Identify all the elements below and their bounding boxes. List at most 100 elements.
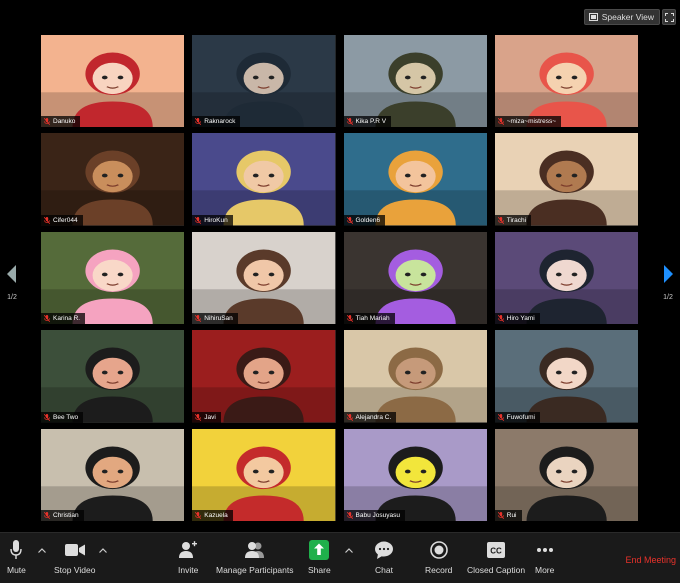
fullscreen-button[interactable] xyxy=(662,9,676,25)
microphone-muted-icon xyxy=(195,216,202,224)
participant-video-tile[interactable]: Karina R. xyxy=(41,231,185,325)
participant-video-tile[interactable]: Javi xyxy=(192,330,336,423)
avatar xyxy=(494,35,638,128)
invite-button[interactable]: Invite xyxy=(178,539,198,575)
chevron-up-icon xyxy=(345,548,353,553)
stop-video-button[interactable]: Stop Video xyxy=(54,539,95,575)
meeting-toolbar: Mute Stop Video Invite Manage Participan… xyxy=(0,532,680,583)
avatar xyxy=(192,428,336,521)
chevron-up-icon xyxy=(38,548,46,553)
page-indicator-left: 1/2 xyxy=(7,294,17,301)
participant-name: Christian xyxy=(53,512,79,519)
participant-video-tile[interactable]: Tirachi xyxy=(494,133,638,226)
participant-video-tile[interactable]: Danuko xyxy=(41,35,185,128)
video-options-caret[interactable] xyxy=(99,545,107,555)
microphone-muted-icon xyxy=(346,118,353,126)
participant-name: NihiruSan xyxy=(204,315,233,323)
participant-name-tag: Kazuela xyxy=(192,510,233,521)
previous-page-nav[interactable]: 1/2 xyxy=(2,265,22,301)
end-meeting-button[interactable]: End Meeting xyxy=(625,555,676,565)
more-button[interactable]: More xyxy=(535,539,554,575)
microphone-muted-icon xyxy=(497,315,504,323)
participant-name-tag: ~miza~mistress~ xyxy=(494,116,562,128)
stop-video-label: Stop Video xyxy=(54,565,96,575)
participant-name: Fuwofumi xyxy=(506,413,535,421)
participant-name-tag: HiroKun xyxy=(192,214,233,226)
participant-name: Karina R. xyxy=(53,315,81,323)
share-options-caret[interactable] xyxy=(345,545,353,555)
page-indicator-right: 1/2 xyxy=(663,294,673,301)
participant-video-tile[interactable]: Bee Two xyxy=(41,330,185,423)
participant-name-tag: Bee Two xyxy=(41,411,84,423)
avatar xyxy=(343,133,487,226)
share-screen-icon xyxy=(309,540,330,560)
participant-name: Hiro Yami xyxy=(506,315,535,323)
microphone-muted-icon xyxy=(497,512,504,519)
participant-name-tag: Hiro Yami xyxy=(494,313,540,325)
microphone-muted-icon xyxy=(497,216,504,224)
microphone-muted-icon xyxy=(497,118,504,126)
participant-name-tag: Fuwofumi xyxy=(494,411,540,423)
share-screen-button[interactable]: Share xyxy=(308,539,331,575)
participant-video-tile[interactable]: NihiruSan xyxy=(192,231,336,325)
avatar xyxy=(343,231,487,325)
avatar xyxy=(343,35,487,128)
participant-name-tag: Rui xyxy=(494,510,522,521)
participant-name: ~miza~mistress~ xyxy=(506,118,557,126)
participant-name-tag: Golden6 xyxy=(343,214,386,226)
participants-icon xyxy=(244,542,264,558)
participant-video-tile[interactable]: Christian xyxy=(41,428,185,521)
microphone-icon xyxy=(10,540,23,559)
participant-name-tag: Javi xyxy=(192,411,221,423)
participant-video-tile[interactable]: Rui xyxy=(494,428,638,521)
manage-participants-button[interactable]: Manage Participants xyxy=(216,539,294,575)
participant-video-tile[interactable]: Fuwofumi xyxy=(494,330,638,423)
participant-video-tile[interactable]: Kazuela xyxy=(192,428,336,521)
fullscreen-icon xyxy=(665,13,674,22)
next-page-nav[interactable]: 1/2 xyxy=(658,265,678,301)
participant-video-tile[interactable]: Cifer044 xyxy=(41,133,185,226)
avatar xyxy=(494,330,638,423)
participant-name-tag: Tiah Mariah xyxy=(343,313,395,325)
avatar xyxy=(494,428,638,521)
share-label: Share xyxy=(308,565,331,575)
microphone-muted-icon xyxy=(346,315,353,323)
participant-video-tile[interactable]: Alejandra C. xyxy=(343,330,487,423)
record-button[interactable]: Record xyxy=(425,539,452,575)
speaker-view-icon xyxy=(588,13,598,21)
cc-glyph: CC xyxy=(490,547,502,556)
mute-button[interactable]: Mute xyxy=(7,539,26,575)
participant-name: Cifer044 xyxy=(53,216,78,224)
closed-caption-button[interactable]: CC Closed Caption xyxy=(467,539,525,575)
microphone-muted-icon xyxy=(195,315,202,323)
chevron-right-icon xyxy=(664,265,673,283)
microphone-muted-icon xyxy=(195,413,202,421)
video-camera-icon xyxy=(64,544,85,556)
microphone-muted-icon xyxy=(44,512,50,519)
avatar xyxy=(192,330,336,423)
audio-options-caret[interactable] xyxy=(38,545,46,555)
top-bar: Speaker View xyxy=(0,0,680,34)
participant-video-tile[interactable]: HiroKun xyxy=(192,133,336,226)
participant-name: Tiah Mariah xyxy=(355,315,390,323)
add-user-icon xyxy=(179,541,198,558)
closed-caption-label: Closed Caption xyxy=(467,565,526,575)
speaker-view-label: Speaker View xyxy=(601,12,654,22)
participant-video-tile[interactable]: Hiro Yami xyxy=(494,231,638,325)
chat-button[interactable]: Chat xyxy=(375,539,393,575)
speaker-view-button[interactable]: Speaker View xyxy=(583,9,660,25)
avatar xyxy=(343,330,487,423)
participant-video-tile[interactable]: Tiah Mariah xyxy=(343,231,487,325)
participant-video-tile[interactable]: Babu Josuyasu xyxy=(343,428,487,521)
participant-video-tile[interactable]: Raknarock xyxy=(192,35,336,128)
avatar xyxy=(192,231,336,325)
participant-name: Bee Two xyxy=(53,413,79,421)
participant-name-tag: Danuko xyxy=(41,116,81,128)
participant-video-tile[interactable]: ~miza~mistress~ xyxy=(494,35,638,128)
participant-name: HiroKun xyxy=(204,216,228,224)
participant-name-tag: Karina R. xyxy=(41,313,86,325)
participant-video-tile[interactable]: Kika P.R V xyxy=(343,35,487,128)
participant-video-tile[interactable]: Golden6 xyxy=(343,133,487,226)
chevron-left-icon xyxy=(7,265,16,283)
avatar xyxy=(41,231,185,325)
